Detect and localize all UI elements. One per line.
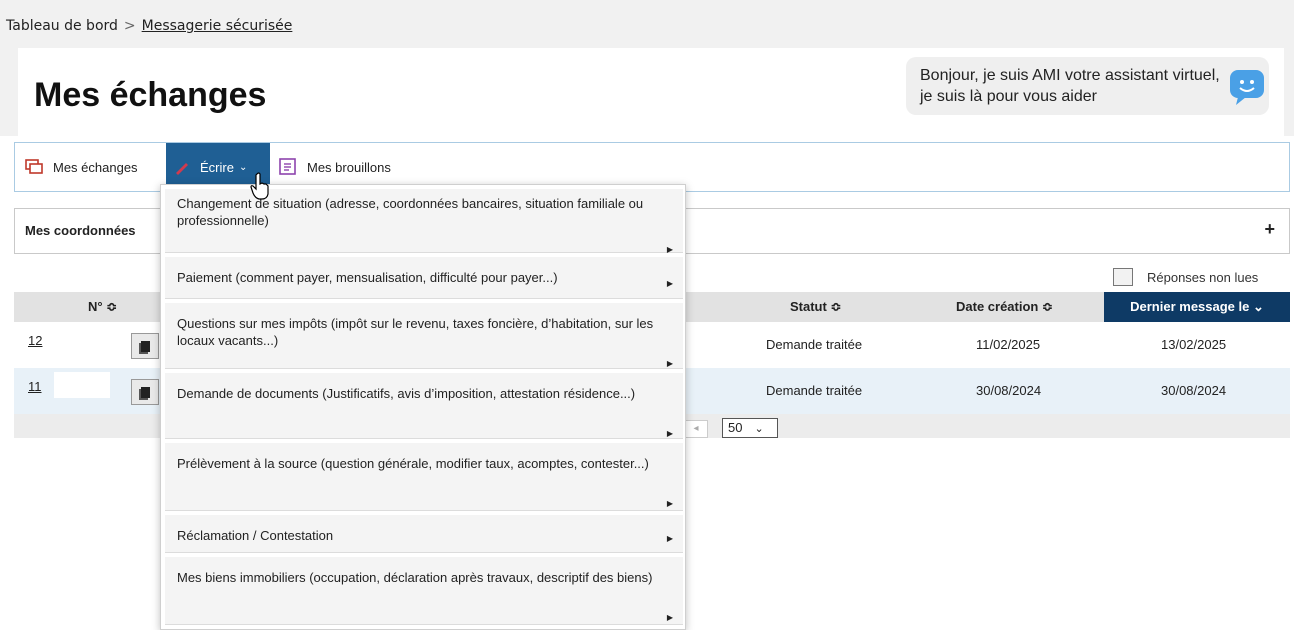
status-cell: Demande traitée bbox=[766, 383, 863, 398]
message-number-link[interactable]: 12 bbox=[28, 333, 42, 348]
copy-icon-front bbox=[141, 341, 150, 352]
menu-item-questions-impots[interactable]: Questions sur mes impôts (impôt sur le r… bbox=[165, 303, 683, 369]
col-header-status[interactable]: Statut ≎ bbox=[790, 299, 841, 315]
chevron-right-icon: ▶ bbox=[666, 359, 673, 368]
col-header-num[interactable]: N° ≎ bbox=[88, 299, 117, 315]
menu-item-label: Changement de situation (adresse, coordo… bbox=[177, 196, 644, 228]
row-placeholder bbox=[54, 372, 110, 398]
chevron-right-icon: ▶ bbox=[666, 429, 673, 438]
page-title: Mes échanges bbox=[34, 76, 267, 114]
tab-label: Écrire bbox=[200, 159, 234, 175]
created-cell: 30/08/2024 bbox=[976, 383, 1042, 398]
expand-icon[interactable]: + bbox=[1264, 219, 1275, 240]
assistant-text: Bonjour, je suis AMI votre assistant vir… bbox=[920, 67, 1220, 105]
menu-item-label: Réclamation / Contestation bbox=[177, 528, 334, 543]
draft-icon bbox=[279, 158, 296, 175]
copy-icon-front bbox=[141, 387, 150, 398]
col-header-created[interactable]: Date création ≎ bbox=[956, 299, 1053, 315]
menu-item-label: Questions sur mes impôts (impôt sur le r… bbox=[177, 316, 654, 348]
menu-item-label: Mes biens immobiliers (occupation, décla… bbox=[177, 570, 653, 585]
status-cell: Demande traitée bbox=[766, 337, 863, 352]
chevron-down-icon: ⌄ bbox=[754, 423, 764, 435]
chevron-right-icon: ▶ bbox=[666, 534, 673, 543]
menu-item-biens-immobiliers[interactable]: Mes biens immobiliers (occupation, décla… bbox=[165, 557, 683, 625]
copy-button[interactable] bbox=[131, 333, 159, 359]
menu-item-prelevement-source[interactable]: Prélèvement à la source (question généra… bbox=[165, 443, 683, 511]
title-panel: Mes échanges Bonjour, je suis AMI votre … bbox=[18, 48, 1284, 136]
page-size-select[interactable]: 50 ⌄ bbox=[722, 418, 778, 438]
tab-mes-echanges[interactable]: Mes échanges bbox=[25, 143, 138, 191]
ecrire-dropdown-menu: Changement de situation (adresse, coordo… bbox=[160, 184, 686, 630]
copy-button[interactable] bbox=[131, 379, 159, 405]
chevron-right-icon: ▶ bbox=[666, 279, 673, 288]
menu-item-reclamation[interactable]: Réclamation / Contestation ▶ bbox=[165, 515, 683, 553]
virtual-assistant-button[interactable]: Bonjour, je suis AMI votre assistant vir… bbox=[906, 57, 1269, 115]
chevron-right-icon: ▶ bbox=[666, 499, 673, 508]
page-size-value: 50 bbox=[728, 420, 743, 435]
menu-item-label: Paiement (comment payer, mensualisation,… bbox=[177, 270, 558, 285]
breadcrumb-separator: > bbox=[123, 18, 136, 34]
unread-checkbox[interactable] bbox=[1113, 268, 1133, 286]
chat-bot-icon[interactable] bbox=[1228, 67, 1266, 107]
tab-label: Mes échanges bbox=[53, 159, 138, 175]
menu-item-paiement[interactable]: Paiement (comment payer, mensualisation,… bbox=[165, 257, 683, 299]
menu-item-label: Demande de documents (Justificatifs, avi… bbox=[177, 386, 636, 401]
breadcrumb: Tableau de bord > Messagerie sécurisée bbox=[6, 18, 292, 34]
unread-filter[interactable]: Réponses non lues bbox=[1113, 268, 1258, 286]
created-cell: 11/02/2025 bbox=[976, 337, 1041, 352]
breadcrumb-current[interactable]: Messagerie sécurisée bbox=[142, 18, 293, 34]
hand-cursor-icon bbox=[250, 172, 269, 200]
tab-label: Mes brouillons bbox=[307, 159, 391, 175]
menu-item-label: Prélèvement à la source (question généra… bbox=[177, 456, 649, 471]
last-message-cell: 13/02/2025 bbox=[1161, 337, 1227, 352]
chevron-down-icon: ⌄ bbox=[238, 161, 248, 173]
unread-label: Réponses non lues bbox=[1147, 269, 1259, 285]
chevron-right-icon: ▶ bbox=[666, 245, 673, 254]
menu-item-demande-documents[interactable]: Demande de documents (Justificatifs, avi… bbox=[165, 373, 683, 439]
previous-page-button[interactable]: ◂ bbox=[684, 420, 708, 438]
breadcrumb-home[interactable]: Tableau de bord bbox=[6, 18, 118, 34]
message-number-link[interactable]: 11 bbox=[28, 379, 42, 394]
chevron-right-icon: ▶ bbox=[666, 613, 673, 622]
last-message-cell: 30/08/2024 bbox=[1161, 383, 1227, 398]
coordinates-label: Mes coordonnées bbox=[25, 223, 136, 238]
pencil-icon bbox=[176, 163, 188, 175]
col-header-last-message[interactable]: Dernier message le ⌄ bbox=[1104, 292, 1290, 322]
conversation-icon bbox=[25, 159, 43, 174]
menu-item-changement-situation[interactable]: Changement de situation (adresse, coordo… bbox=[165, 189, 683, 254]
